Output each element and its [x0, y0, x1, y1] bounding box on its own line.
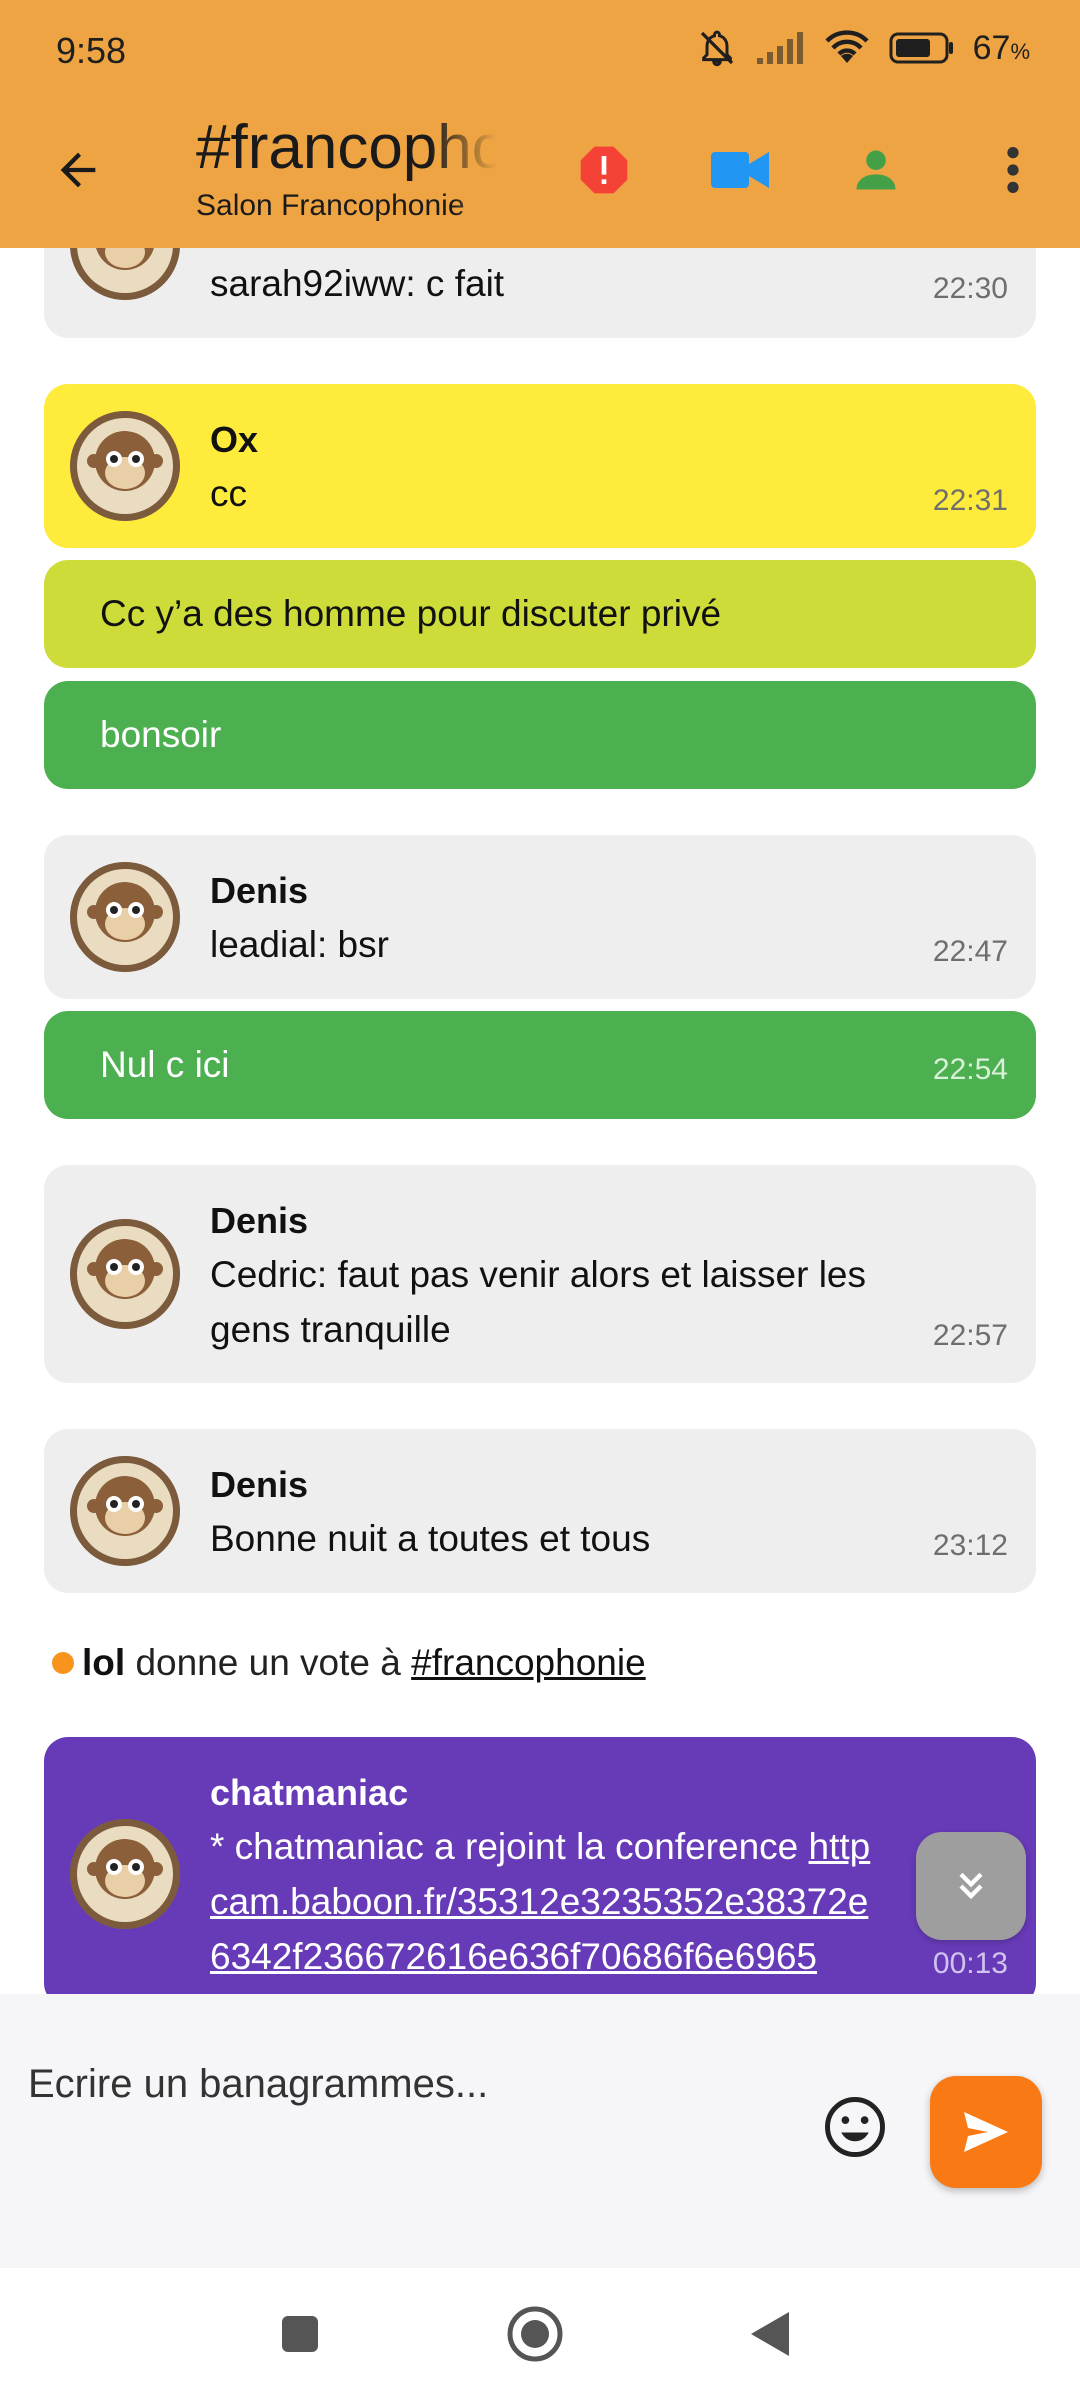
message-time: 22:54 [932, 1053, 1008, 1086]
vote-event: lol donne un vote à #francophonie [52, 1641, 646, 1685]
avatar[interactable] [70, 862, 180, 972]
avatar[interactable] [70, 1819, 180, 1929]
avatar[interactable] [70, 411, 180, 521]
back-button[interactable] [44, 136, 112, 204]
message-author[interactable]: Ox [210, 418, 258, 462]
monkey-avatar-icon [70, 862, 180, 972]
message-list[interactable]: sarah92iww: c fait 22:30 Ox cc 22:31 Cc … [0, 248, 1080, 1994]
message-author[interactable]: Denis [210, 1199, 308, 1243]
alert-octagon-icon [580, 146, 628, 194]
message-bubble[interactable]: chatmaniac * chatmaniac a rejoint la con… [44, 1737, 1036, 1994]
message-time: 22:31 [932, 484, 1008, 517]
message-bubble[interactable]: Nul c ici 22:54 [44, 1011, 1036, 1119]
event-dot [52, 1652, 74, 1675]
message-text: Nul c ici [100, 1044, 230, 1085]
message-composer [0, 1994, 1080, 2268]
message-text: bonsoir [100, 714, 222, 755]
message-text: cc [210, 473, 247, 514]
square-icon [282, 2316, 318, 2352]
users-button[interactable] [844, 140, 908, 200]
message-time: 22:57 [932, 1319, 1008, 1352]
status-bar: 9:58 67% [0, 0, 1080, 104]
monkey-avatar-icon [70, 248, 180, 300]
person-icon [856, 150, 896, 190]
wifi-icon [825, 30, 869, 63]
message-bubble[interactable]: Ox cc 22:31 [44, 384, 1036, 548]
send-icon [964, 2112, 1008, 2152]
app-header: 9:58 67% #francophonie Salon Francophoni… [0, 0, 1080, 248]
video-camera-icon [711, 152, 769, 188]
message-author[interactable]: chatmaniac [210, 1771, 408, 1815]
message-bubble[interactable]: sarah92iww: c fait 22:30 [44, 248, 1036, 338]
back-nav-button[interactable] [740, 2304, 800, 2364]
avatar[interactable] [70, 1219, 180, 1329]
signal-icon [756, 32, 803, 64]
triangle-back-icon [751, 2312, 789, 2356]
message-author[interactable]: Denis [210, 1463, 308, 1507]
message-input[interactable] [28, 2054, 808, 2114]
status-icons: 67% [697, 28, 1030, 68]
message-time: 22:47 [932, 935, 1008, 968]
message-text: leadial: bsr [210, 924, 389, 965]
message-link[interactable]: http [809, 1826, 871, 1867]
message-text: * chatmaniac a rejoint la conference htt… [210, 1826, 871, 1977]
more-menu-button[interactable] [982, 140, 1044, 200]
message-text: Bonne nuit a toutes et tous [210, 1518, 651, 1559]
event-channel-link[interactable]: #francophonie [411, 1642, 646, 1683]
message-author[interactable]: Denis [210, 869, 308, 913]
battery-icon [889, 32, 953, 64]
message-link[interactable]: 6342f236672616e636f70686f6e6965 [210, 1936, 817, 1977]
monkey-avatar-icon [70, 411, 180, 521]
bell-off-icon [700, 30, 733, 67]
status-time: 9:58 [56, 30, 127, 71]
arrow-left-icon [60, 152, 96, 188]
message-time: 23:12 [932, 1529, 1008, 1562]
recents-button[interactable] [270, 2304, 330, 2364]
message-text: Cc y’a des homme pour discuter privé [100, 593, 722, 634]
avatar[interactable] [70, 248, 180, 300]
scroll-to-bottom-button[interactable] [916, 1832, 1026, 1940]
send-button[interactable] [930, 2076, 1042, 2188]
report-button[interactable] [572, 140, 636, 200]
home-button[interactable] [505, 2304, 565, 2364]
message-time: 00:13 [932, 1947, 1008, 1980]
more-vert-icon [1007, 147, 1019, 193]
battery-level: 67% [972, 28, 1030, 67]
monkey-avatar-icon [70, 1219, 180, 1329]
video-call-button[interactable] [708, 140, 772, 200]
message-bubble[interactable]: Denis Bonne nuit a toutes et tous 23:12 [44, 1429, 1036, 1593]
event-user[interactable]: lol [82, 1642, 125, 1683]
chevron-double-down-icon [959, 1872, 983, 1900]
message-bubble[interactable]: bonsoir [44, 681, 1036, 789]
emoji-button[interactable] [822, 2094, 888, 2160]
event-action: donne un vote à [125, 1642, 412, 1683]
room-subtitle: Salon Francophonie [196, 189, 465, 222]
message-time: 22:30 [932, 272, 1008, 305]
system-navigation-bar [0, 2268, 1080, 2400]
smiley-icon [825, 2097, 885, 2157]
message-bubble[interactable]: Denis Cedric: faut pas venir alors et la… [44, 1165, 1036, 1383]
message-bubble[interactable]: Cc y’a des homme pour discuter privé [44, 560, 1036, 668]
message-text: sarah92iww: c fait [210, 263, 505, 304]
monkey-avatar-icon [70, 1456, 180, 1566]
room-title-block[interactable]: #francophonie Salon Francophonie [196, 112, 496, 226]
monkey-avatar-icon [70, 1819, 180, 1929]
message-bubble[interactable]: Denis leadial: bsr 22:47 [44, 835, 1036, 999]
message-text: Cedric: faut pas venir alors et laisser … [210, 1254, 866, 1350]
room-title: #francophonie [196, 113, 496, 182]
home-circle-icon [507, 2306, 563, 2362]
avatar[interactable] [70, 1456, 180, 1566]
message-link[interactable]: cam.baboon.fr/35312e3235352e38372e [210, 1881, 868, 1922]
